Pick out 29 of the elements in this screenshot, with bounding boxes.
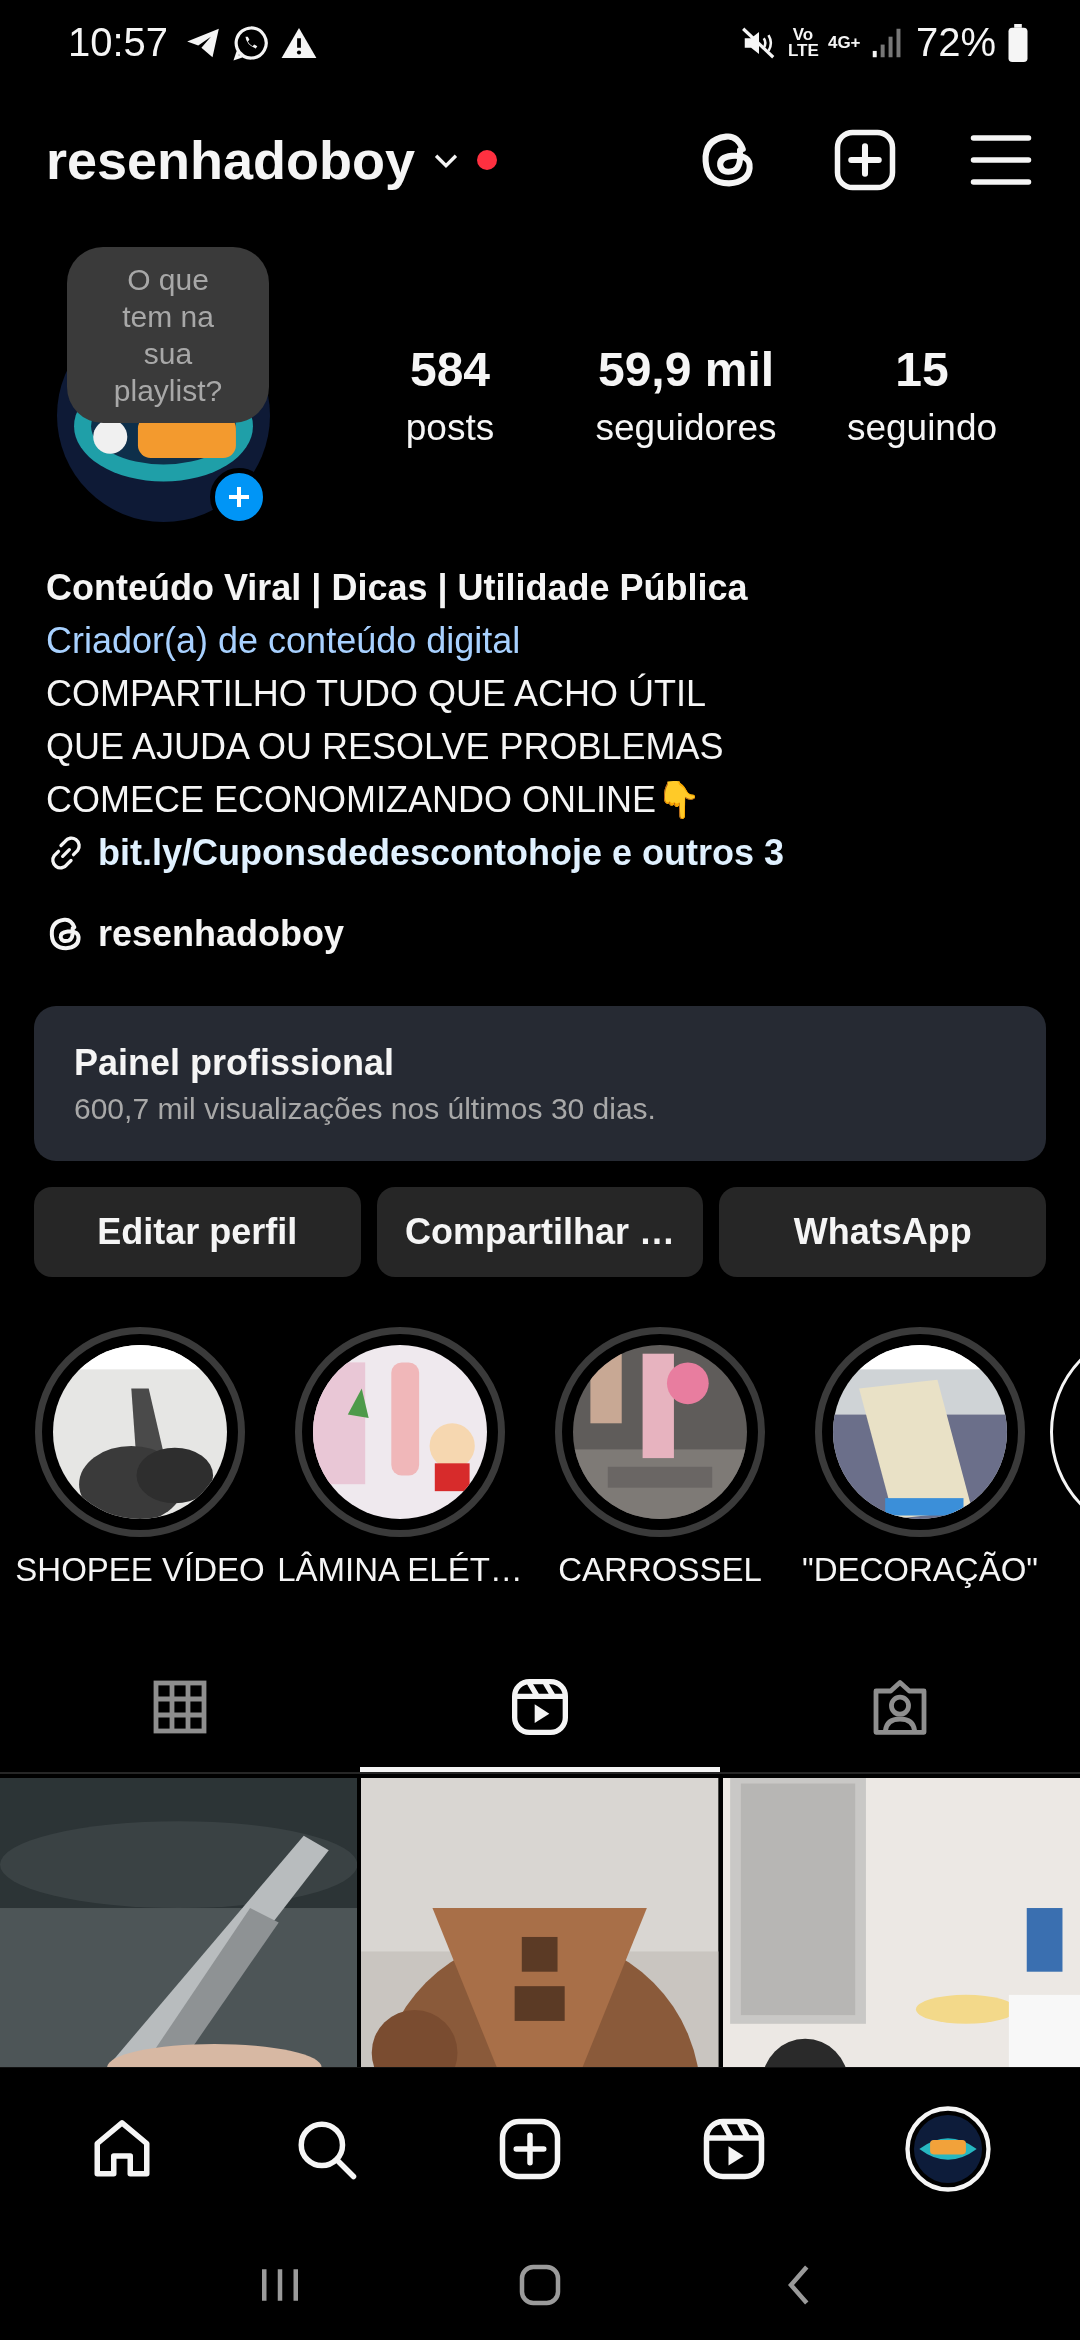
bio-line: COMECE ECONOMIZANDO ONLINE👇: [46, 778, 703, 822]
profile-button[interactable]: WhatsApp: [719, 1187, 1046, 1277]
username[interactable]: resenhadoboy: [46, 129, 416, 191]
highlight-label[interactable]: LÂMINA ELÉT…: [277, 1551, 523, 1589]
clock: 10:57: [68, 20, 169, 65]
stat-label[interactable]: seguindo: [846, 406, 998, 449]
stat-label[interactable]: posts: [405, 406, 495, 449]
volte-label: Vo LTE: [787, 26, 818, 59]
bio-link[interactable]: bit.ly/Cuponsdedescontohoje e outros 3: [98, 826, 785, 879]
highlight-label[interactable]: SHOPEE VÍDEO: [15, 1551, 265, 1589]
note-tooltip[interactable]: O que tem na sua playlist?: [67, 247, 269, 423]
stat-value[interactable]: 59,9 mil: [597, 341, 775, 397]
category-label: Criador(a) de conteúdo digital: [46, 619, 522, 663]
card-subtitle: 600,7 mil visualizações nos últimos 30 dias.: [74, 1091, 657, 1126]
stat-value[interactable]: 15: [895, 341, 949, 397]
stat-label[interactable]: seguidores: [595, 406, 777, 449]
profile-name: Conteúdo Viral | Dicas | Utilidade Pública: [46, 566, 749, 611]
profile-button[interactable]: Editar perfil: [34, 1187, 361, 1277]
threads-link[interactable]: resenhadoboy: [98, 907, 345, 960]
highlight-label[interactable]: "DECORAÇÃO": [801, 1551, 1039, 1589]
bio-line: COMPARTILHO TUDO QUE ACHO ÚTIL: [46, 672, 708, 716]
stat-value[interactable]: 584: [409, 341, 491, 397]
card-title: Painel profissional: [74, 1041, 396, 1084]
battery-percent: 72%: [915, 20, 996, 65]
network-label: 4G+: [827, 34, 858, 51]
profile-button[interactable]: Compartilhar …: [376, 1187, 704, 1277]
bio-line: QUE AJUDA OU RESOLVE PROBLEMAS: [46, 725, 725, 769]
highlight-label[interactable]: CARROSSEL: [558, 1551, 762, 1589]
dashboard-card[interactable]: Painel profissional 600,7 mil visualizações nos últimos 30 dias.: [34, 1006, 1046, 1161]
